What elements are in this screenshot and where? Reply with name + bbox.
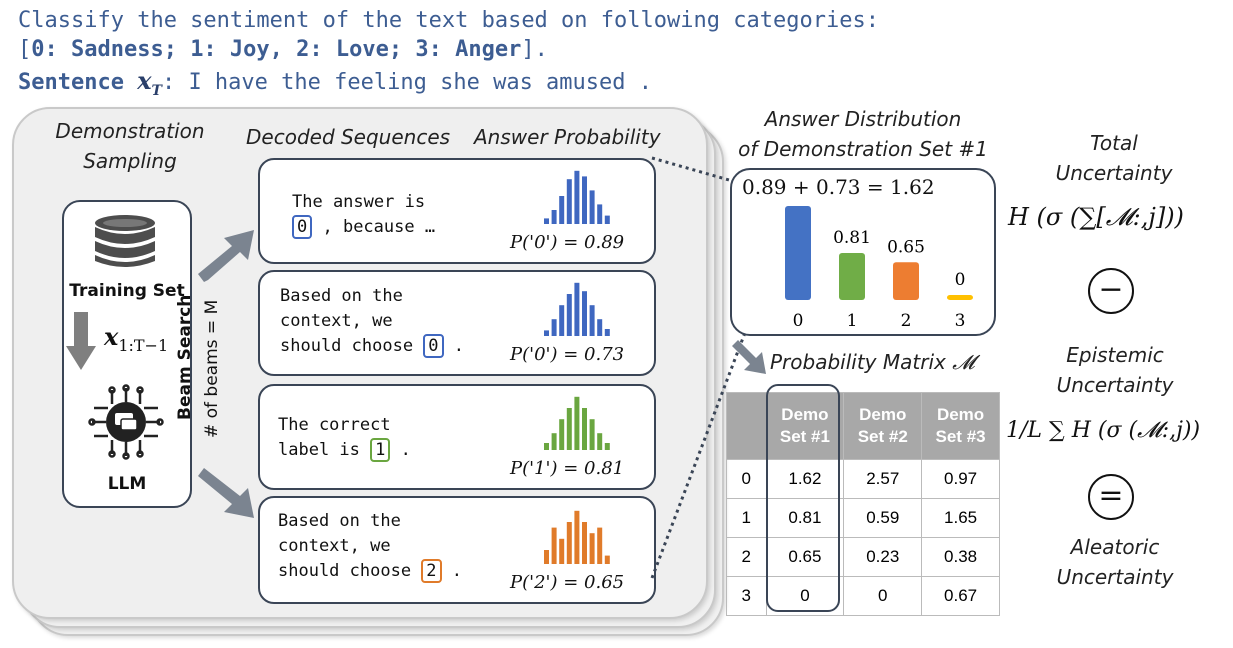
dist-bar	[893, 262, 919, 300]
down-right-arrow-icon-2	[732, 340, 766, 374]
total-uncertainty-label: Total Uncertainty	[1055, 131, 1173, 185]
matrix-row-label: 3	[726, 576, 767, 616]
matrix-corner	[726, 392, 767, 460]
answer-dist-title: Answer Distribution of Demonstration Set …	[738, 107, 988, 161]
matrix-cell: 0.23	[843, 537, 923, 577]
matrix-cell: 0.59	[843, 498, 923, 538]
dist-value-label: 0.81	[833, 228, 871, 248]
matrix-row-label: 2	[726, 537, 767, 577]
demo-set-1-highlight	[766, 384, 840, 612]
matrix-cell: 0	[843, 576, 923, 616]
minus-icon: −	[1088, 268, 1134, 314]
equals-icon: =	[1088, 474, 1134, 520]
matrix-col-header: Demo Set #3	[921, 392, 1000, 460]
dist-category-label: 1	[847, 311, 858, 331]
aleatoric-uncertainty-label: Aleatoric Uncertainty	[1056, 535, 1174, 589]
matrix-row-label: 1	[726, 498, 767, 538]
figure: Classify the sentiment of the text based…	[0, 0, 1233, 648]
matrix-cell: 0.67	[921, 576, 1000, 616]
matrix-row-label: 0	[726, 459, 767, 499]
matrix-title: Probability Matrix 𝓜	[770, 350, 975, 374]
matrix-cell: 0.97	[921, 459, 1000, 499]
dist-category-label: 0	[793, 311, 804, 331]
dist-bar	[839, 253, 865, 300]
dotted-line-top	[651, 156, 737, 184]
dist-bar	[947, 295, 973, 300]
total-uncertainty-formula: H (σ (∑[𝓜:,j]))	[1008, 203, 1184, 231]
dist-category-label: 3	[955, 311, 966, 331]
matrix-col-header: Demo Set #2	[843, 392, 923, 460]
matrix-cell: 0.38	[921, 537, 1000, 577]
dist-bar	[785, 206, 811, 300]
dist-category-label: 2	[901, 311, 912, 331]
matrix-cell: 1.65	[921, 498, 1000, 538]
epistemic-uncertainty-label: Epistemic Uncertainty	[1056, 343, 1174, 397]
matrix-cell: 2.57	[843, 459, 923, 499]
epistemic-uncertainty-formula: 1/L ∑ H (σ (𝓜:,j))	[1006, 418, 1201, 443]
dist-value-label: 0	[955, 270, 966, 290]
answer-dist-chart: 0 0.81 1 0.65 2 0 3	[785, 206, 973, 331]
dist-value-label: 0.65	[887, 237, 925, 257]
